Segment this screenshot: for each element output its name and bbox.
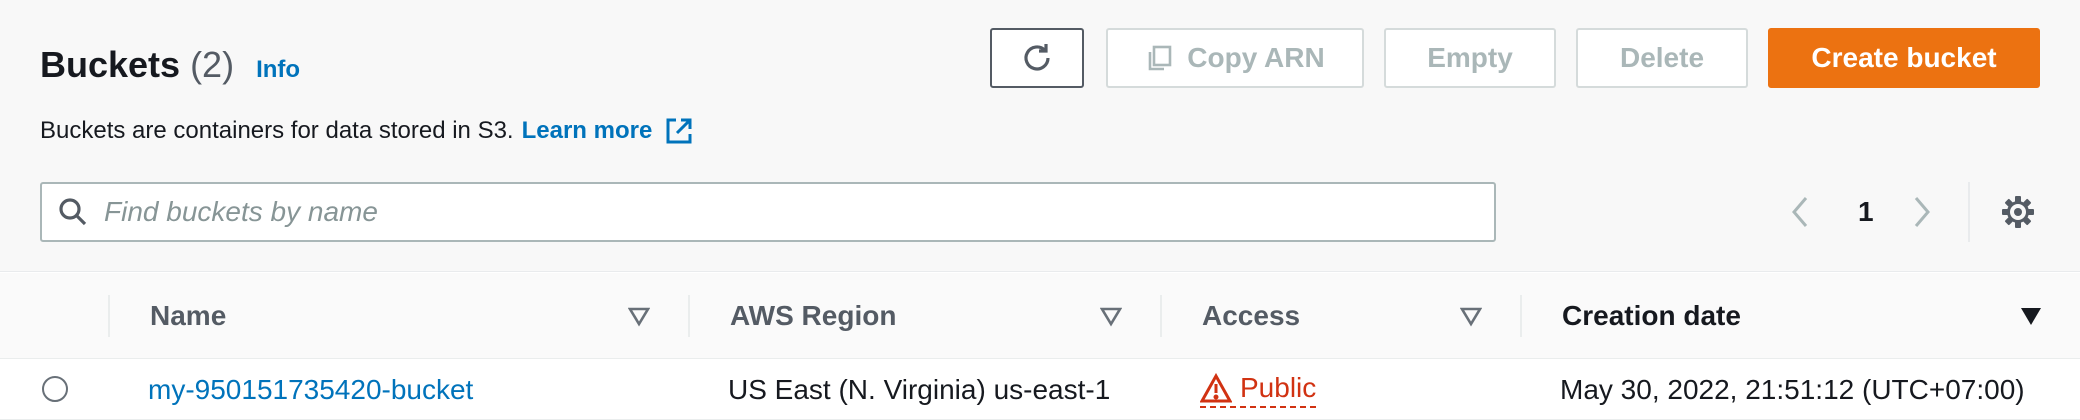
sort-triangle-icon[interactable] [628, 305, 650, 327]
copy-arn-button[interactable]: Copy ARN [1106, 28, 1364, 88]
bucket-access: Public [1200, 360, 1317, 420]
public-access-badge[interactable]: Public [1200, 372, 1317, 408]
refresh-button[interactable] [990, 28, 1084, 88]
search-icon [59, 198, 87, 226]
column-divider [1520, 295, 1522, 337]
column-divider [108, 295, 110, 337]
sort-triangle-icon[interactable] [1100, 305, 1122, 327]
column-divider [1160, 295, 1162, 337]
table-header: Name AWS Region Access Creation date [0, 273, 2080, 359]
copy-icon [1148, 45, 1172, 71]
column-divider [688, 295, 690, 337]
refresh-icon [1024, 44, 1050, 71]
access-label: Public [1240, 372, 1317, 403]
bucket-region: US East (N. Virginia) us-east-1 [728, 374, 1111, 405]
current-page-number[interactable]: 1 [1858, 186, 1874, 238]
description-text: Buckets are containers for data stored i… [40, 117, 514, 144]
sort-triangle-icon[interactable] [1460, 305, 1482, 327]
create-bucket-label: Create bucket [1811, 42, 1997, 73]
info-link[interactable]: Info [256, 56, 300, 84]
column-header-name[interactable]: Name [150, 273, 226, 359]
delete-button[interactable]: Delete [1576, 28, 1748, 88]
bucket-creation-date: May 30, 2022, 21:51:12 (UTC+07:00) [1560, 374, 2025, 405]
empty-label: Empty [1427, 42, 1513, 73]
page-title: Buckets [40, 44, 181, 85]
delete-label: Delete [1619, 42, 1705, 73]
bucket-count: (2) [190, 44, 235, 85]
title-row: Buckets (2) Info [40, 44, 300, 86]
table-row[interactable]: my-950151735420-bucket US East (N. Virgi… [0, 360, 2080, 420]
column-header-region[interactable]: AWS Region [730, 273, 896, 359]
external-link-icon[interactable] [664, 116, 694, 146]
bucket-name-link[interactable]: my-950151735420-bucket [148, 360, 473, 420]
row-select-radio[interactable] [42, 376, 68, 402]
pager-divider [1968, 182, 1970, 242]
copy-arn-label: Copy ARN [1187, 42, 1325, 73]
search-box[interactable] [40, 182, 1496, 242]
column-header-creation-date[interactable]: Creation date [1562, 273, 1741, 359]
chevron-left-icon [1792, 197, 1808, 227]
next-page-button[interactable] [1910, 186, 1934, 238]
description: Buckets are containers for data stored i… [40, 116, 694, 146]
warning-icon [1200, 373, 1232, 403]
empty-button[interactable]: Empty [1384, 28, 1556, 88]
create-bucket-button[interactable]: Create bucket [1768, 28, 2040, 88]
previous-page-button[interactable] [1788, 186, 1812, 238]
buckets-header-panel: Buckets (2) Info Buckets are containers … [0, 0, 2080, 272]
preferences-button[interactable] [2000, 194, 2036, 235]
settings-gear-icon [2002, 196, 2034, 228]
chevron-right-icon [1914, 197, 1930, 227]
column-header-access[interactable]: Access [1202, 273, 1300, 359]
search-input[interactable] [104, 196, 1404, 228]
learn-more-link[interactable]: Learn more [522, 117, 653, 145]
sort-descending-icon[interactable] [2020, 305, 2042, 327]
